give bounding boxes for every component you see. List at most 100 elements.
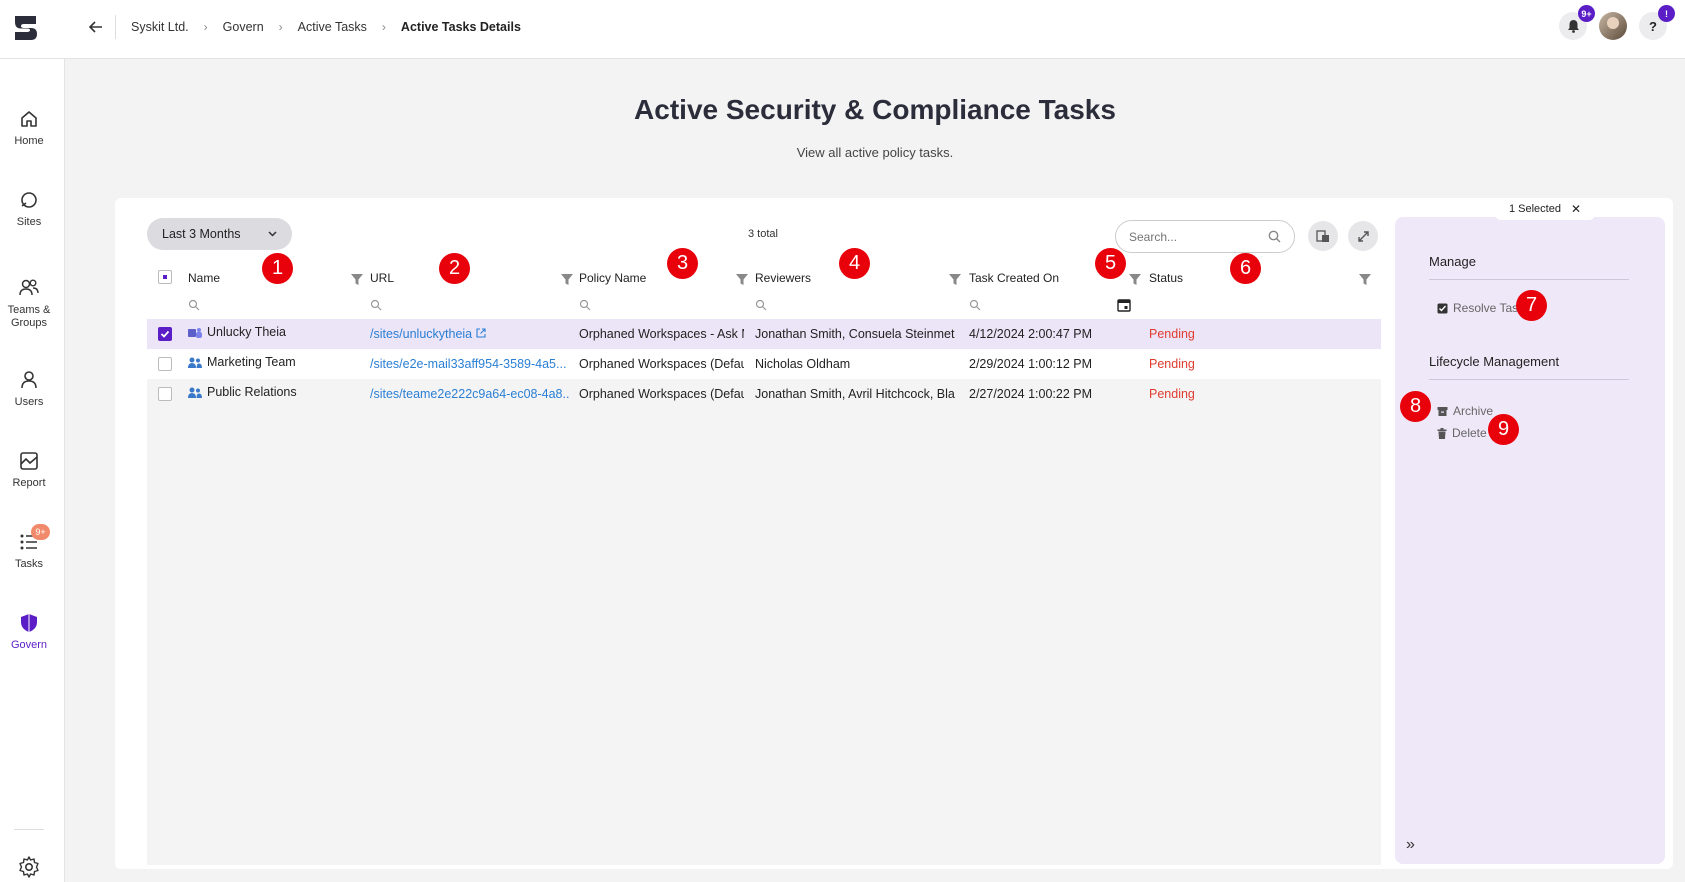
table-row[interactable]: Unlucky Theia /sites/unluckytheia Orphan… <box>147 319 1381 349</box>
table-row[interactable]: Public Relations /sites/teame2e222c9a64-… <box>147 379 1381 409</box>
column-header-name[interactable]: Name <box>188 271 220 285</box>
row-created: 4/12/2024 2:00:47 PM <box>969 327 1093 341</box>
filter-icon[interactable] <box>350 273 364 287</box>
breadcrumb-separator: › <box>203 20 208 34</box>
annotation-marker-7: 7 <box>1516 290 1547 321</box>
total-count: 3 total <box>748 228 778 240</box>
annotation-marker-2: 2 <box>439 253 470 284</box>
row-name: Marketing Team <box>207 355 296 369</box>
users-icon <box>18 369 40 391</box>
row-url-link[interactable]: /sites/teame2e222c9a64-ec08-4a8... <box>370 387 570 401</box>
sidebar: Home Sites Teams & Groups Users Report 9… <box>0 59 65 882</box>
export-button[interactable] <box>1308 221 1338 251</box>
filter-icon[interactable] <box>560 273 574 287</box>
sidebar-item-label: Govern <box>10 639 48 651</box>
row-url-link[interactable]: /sites/unluckytheia <box>370 327 486 341</box>
clear-selection-icon[interactable]: ✕ <box>1571 202 1581 216</box>
row-status: Pending <box>1149 327 1195 341</box>
breadcrumb-separator: › <box>381 20 386 34</box>
row-checkbox[interactable] <box>158 357 172 371</box>
selected-count-pill: 1 Selected ✕ <box>1495 198 1595 220</box>
column-search-icon[interactable] <box>579 299 591 311</box>
group-icon <box>188 387 202 398</box>
column-header-status[interactable]: Status <box>1149 271 1183 285</box>
sidebar-item-users[interactable]: Users <box>0 369 58 409</box>
home-icon <box>18 108 40 130</box>
sidebar-item-sites[interactable]: Sites <box>0 189 58 229</box>
row-url-link[interactable]: /sites/e2e-mail33aff954-3589-4a5... <box>370 357 570 371</box>
sidebar-item-label: Sites <box>16 216 42 228</box>
check-icon <box>160 330 170 338</box>
resolve-task-button[interactable]: Resolve Task <box>1437 301 1524 315</box>
search-input[interactable] <box>1129 229 1259 244</box>
syskit-logo-icon[interactable] <box>10 12 42 44</box>
calendar-icon[interactable] <box>1117 298 1131 312</box>
tasks-badge: 9+ <box>31 524 50 540</box>
tasks-icon: 9+ <box>18 524 50 553</box>
archive-button[interactable]: Archive <box>1437 404 1493 418</box>
breadcrumb-item-active-tasks[interactable]: Active Tasks <box>298 20 367 34</box>
filter-icon[interactable] <box>1358 273 1372 287</box>
sidebar-item-label: Tasks <box>14 558 44 570</box>
shield-icon <box>18 612 40 634</box>
column-header-policy[interactable]: Policy Name <box>579 271 646 285</box>
column-header-created[interactable]: Task Created On <box>969 271 1059 285</box>
help-button[interactable]: ? ! <box>1639 5 1675 40</box>
external-link-icon <box>476 328 486 338</box>
divider <box>1429 279 1629 280</box>
chevron-down-icon <box>268 231 277 237</box>
column-search-icon[interactable] <box>370 299 382 311</box>
filter-icon[interactable] <box>735 273 749 287</box>
report-icon <box>18 450 40 472</box>
row-status: Pending <box>1149 357 1195 371</box>
row-reviewers: Jonathan Smith, Avril Hitchcock, Bla... <box>755 387 955 401</box>
period-dropdown[interactable]: Last 3 Months <box>147 218 292 250</box>
top-bar: Syskit Ltd. › Govern › Active Tasks › Ac… <box>0 0 1685 59</box>
gear-icon[interactable] <box>17 855 41 879</box>
tasks-table: Name URL Policy Name Reviewers Task Crea… <box>147 248 1381 865</box>
filter-icon[interactable] <box>1128 273 1142 287</box>
column-search-icon[interactable] <box>188 299 200 311</box>
column-label: Status <box>1149 271 1184 285</box>
column-label: URL <box>370 271 395 285</box>
row-reviewers: Jonathan Smith, Consuela Steinmetz... <box>755 327 955 341</box>
back-arrow-icon[interactable] <box>86 17 106 37</box>
row-policy: Orphaned Workspaces (Default ... <box>579 357 744 371</box>
table-row[interactable]: Marketing Team /sites/e2e-mail33aff954-3… <box>147 349 1381 379</box>
filter-icon[interactable] <box>948 273 962 287</box>
notifications-button[interactable]: 9+ <box>1559 5 1595 40</box>
user-avatar[interactable] <box>1599 12 1627 40</box>
expand-icon <box>1357 230 1369 242</box>
period-label: Last 3 Months <box>162 227 241 241</box>
breadcrumb-item-syskit[interactable]: Syskit Ltd. <box>131 20 189 34</box>
column-search-icon[interactable] <box>969 299 981 311</box>
delete-label: Delete <box>1452 426 1487 440</box>
search-icon[interactable] <box>1268 230 1281 243</box>
sidebar-item-teams-groups[interactable]: Teams & Groups <box>0 277 58 330</box>
row-checkbox[interactable] <box>158 387 172 401</box>
sidebar-item-home[interactable]: Home <box>0 108 58 148</box>
collapse-panel-icon[interactable]: » <box>1406 836 1415 854</box>
row-name: Public Relations <box>207 385 297 399</box>
select-all-checkbox[interactable] <box>158 270 172 284</box>
divider <box>1429 379 1629 380</box>
group-icon <box>188 357 202 368</box>
breadcrumb-item-govern[interactable]: Govern <box>223 20 264 34</box>
column-header-reviewers[interactable]: Reviewers <box>755 271 811 285</box>
sidebar-item-report[interactable]: Report <box>0 450 58 490</box>
sidebar-item-govern[interactable]: Govern <box>0 612 58 652</box>
trash-icon <box>1437 427 1447 439</box>
column-label: Policy Name <box>579 271 647 285</box>
column-search-icon[interactable] <box>755 299 767 311</box>
page-subtitle: View all active policy tasks. <box>796 145 954 160</box>
expand-button[interactable] <box>1348 221 1378 251</box>
row-name: Unlucky Theia <box>207 325 286 339</box>
column-header-url[interactable]: URL <box>370 271 394 285</box>
annotation-marker-4: 4 <box>839 248 870 279</box>
sidebar-item-tasks[interactable]: 9+ Tasks <box>0 524 58 571</box>
sites-icon <box>18 189 40 211</box>
breadcrumb: Syskit Ltd. › Govern › Active Tasks › Ac… <box>131 20 521 34</box>
delete-button[interactable]: Delete <box>1437 426 1487 440</box>
search-box <box>1115 220 1295 253</box>
row-checkbox[interactable] <box>158 327 172 341</box>
